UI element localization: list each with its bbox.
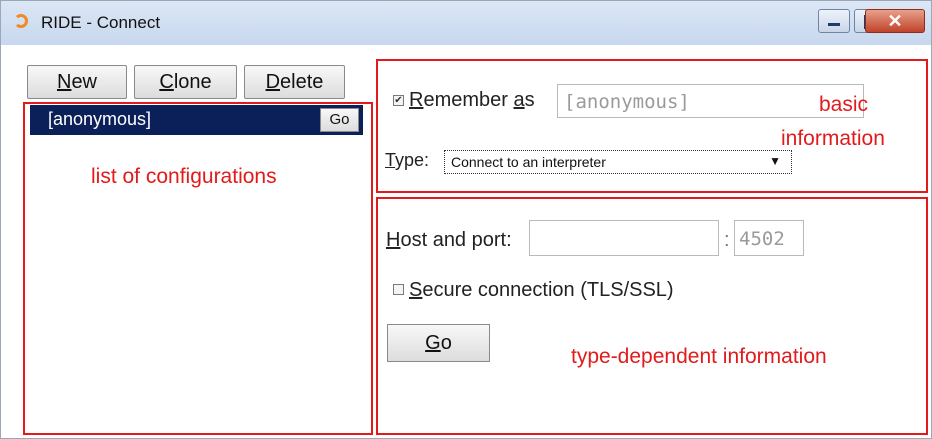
new-button-accesskey: N <box>56 71 72 93</box>
remember-name-value: [anonymous] <box>564 91 690 113</box>
as-text: s <box>524 89 535 111</box>
clone-button-label: lone <box>173 71 212 93</box>
type-text: ype: <box>395 150 430 170</box>
connect-window: RIDE - Connect ✕ New Clone Delete [anony… <box>0 0 932 439</box>
remember-accesskey: R <box>409 89 424 111</box>
title-bar[interactable]: RIDE - Connect ✕ <box>1 1 931 45</box>
secure-checkbox[interactable] <box>393 284 404 295</box>
list-go-button[interactable]: Go <box>320 108 359 132</box>
close-button[interactable]: ✕ <box>865 9 925 33</box>
secure-label: Secure connection (TLS/SSL) <box>409 279 674 302</box>
go-button[interactable]: Go <box>387 324 490 362</box>
annotation-list: list of configurations <box>91 165 277 188</box>
annotation-basic-line2: information <box>781 127 885 150</box>
clone-button[interactable]: Clone <box>134 65 237 99</box>
type-label: Type: <box>385 150 429 171</box>
clone-button-accesskey: C <box>159 71 174 93</box>
type-accesskey: T <box>385 150 396 170</box>
host-input[interactable] <box>529 220 719 256</box>
delete-button-label: elete <box>280 71 324 93</box>
port-input[interactable]: 4502 <box>734 220 804 256</box>
type-select-value: Connect to an interpreter <box>451 154 606 170</box>
window-title: RIDE - Connect <box>41 13 161 32</box>
secure-accesskey: S <box>409 279 423 301</box>
remember-name-input[interactable]: [anonymous] <box>557 84 864 118</box>
config-label: [anonymous] <box>48 109 152 129</box>
ride-logo-icon <box>14 14 28 28</box>
new-button[interactable]: New <box>27 65 127 99</box>
remember-checkbox[interactable]: ✔ <box>393 95 404 106</box>
close-icon: ✕ <box>887 11 903 31</box>
chevron-down-icon: ▼ <box>769 154 781 168</box>
go-accesskey: G <box>425 332 441 354</box>
minimize-button[interactable] <box>818 9 850 33</box>
host-port-label: Host and port: <box>386 229 512 252</box>
remember-text: emember <box>423 89 514 111</box>
type-select[interactable]: Connect to an interpreter ▼ <box>444 150 792 174</box>
delete-button[interactable]: Delete <box>244 65 345 99</box>
as-accesskey: a <box>513 89 525 111</box>
minimize-icon <box>828 23 840 26</box>
port-value: 4502 <box>739 228 785 250</box>
list-item[interactable]: [anonymous] Go <box>30 105 363 135</box>
host-text: ost and port: <box>400 229 512 251</box>
configurations-list-panel <box>23 102 373 435</box>
secure-text: ecure connection (TLS/SSL) <box>422 279 674 301</box>
host-accesskey: H <box>386 229 401 251</box>
delete-button-accesskey: D <box>265 71 281 93</box>
host-port-separator: : <box>724 229 730 251</box>
annotation-basic-line1: basic <box>819 93 869 116</box>
go-label: o <box>440 332 452 354</box>
remember-label: Remember as <box>409 89 535 112</box>
annotation-type-dependent: type-dependent information <box>571 345 827 368</box>
new-button-label: ew <box>71 71 98 93</box>
